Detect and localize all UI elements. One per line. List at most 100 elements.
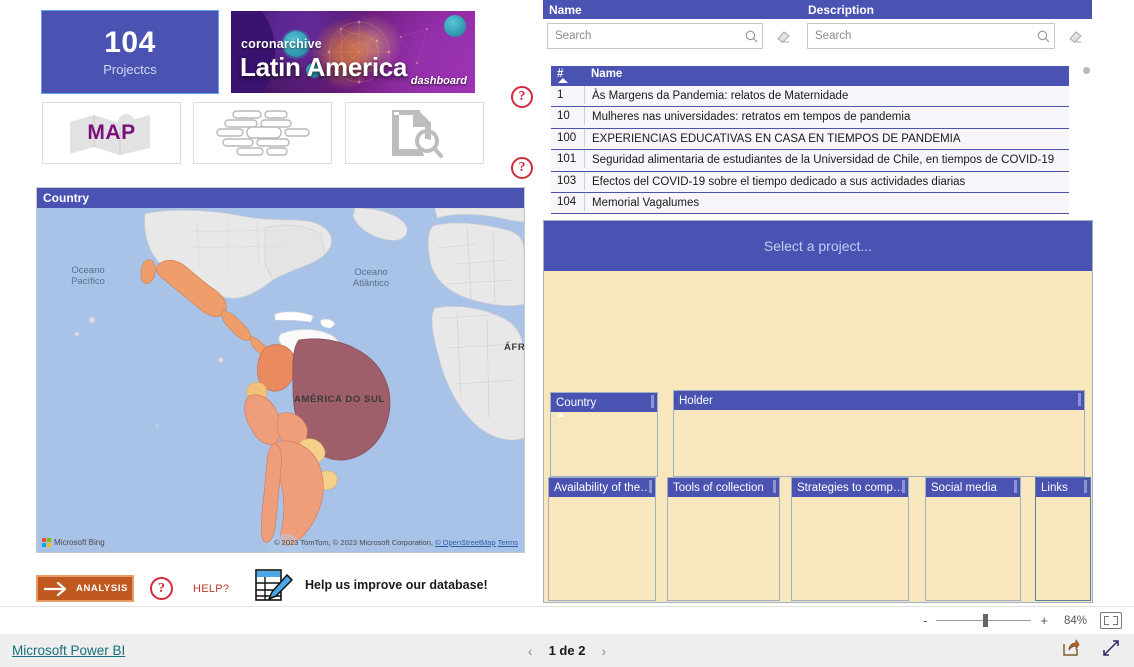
country-field-label: Country [556,396,597,409]
projects-count-value: 104 [104,26,156,60]
resize-grip-icon[interactable] [1084,480,1087,493]
next-page-button[interactable]: › [601,643,606,659]
table-cell-name: Memorial Vagalumes [592,196,700,209]
table-cell-name: Seguridad alimentaria de estudiantes de … [592,154,1055,167]
projects-table[interactable]: # Name 1 Às Margens da Pandemia: relatos … [551,66,1069,216]
database-stack-icon [215,110,310,156]
share-icon[interactable] [1062,639,1080,662]
table-row[interactable]: 1 Às Margens da Pandemia: relatos de Mate… [551,86,1069,108]
document-search-button[interactable] [345,102,484,164]
social-media-field-label: Social media [931,481,997,494]
country-field[interactable]: Country [550,392,658,477]
resize-grip-icon[interactable] [773,480,776,493]
microsoft-logo-icon [42,538,51,547]
previous-page-button[interactable]: ‹ [528,643,533,659]
page-indicator: 1 de 2 [548,643,586,658]
social-media-field[interactable]: Social media [925,477,1021,601]
resize-grip-icon[interactable] [1014,480,1017,493]
projects-count-label: Projectcs [103,61,157,77]
country-field-header: Country [551,393,657,412]
resize-grip-icon[interactable] [649,480,652,493]
map-attribution: © 2023 TomTom, © 2023 Microsoft Corporat… [274,538,518,547]
strategies-field-header: Strategies to comp… [792,478,908,497]
fit-to-page-icon[interactable] [1100,612,1122,629]
table-header-name[interactable]: Name [585,66,1069,80]
resize-grip-icon[interactable] [651,395,654,408]
zoom-slider-thumb[interactable] [983,614,989,627]
table-row[interactable]: 10 Mulheres nas universidades: retratos e… [551,107,1069,129]
description-search-input[interactable] [808,29,1032,43]
map-button[interactable]: MAP [42,102,181,164]
table-cell-num: 101 [551,150,585,169]
analysis-button-label: ANALYSIS [76,583,128,594]
virus-icon [444,15,466,37]
table-cell-name: Efectos del COVID-19 sobre el tiempo ded… [592,175,966,188]
openstreetmap-link[interactable]: © OpenStreetMap [435,538,496,547]
country-map-visual[interactable]: Country Oceano Pacífico Oceano Atlântico… [36,187,525,553]
coronarchive-banner[interactable]: coronarchive Latin America dashboard [231,11,475,93]
table-cell-name: Às Margens da Pandemia: relatos de Mater… [592,90,849,102]
strategies-field[interactable]: Strategies to comp… [791,477,909,601]
zoom-slider[interactable] [936,614,1032,627]
analysis-button[interactable]: ANALYSIS [36,575,134,602]
table-cell-num: 10 [551,107,585,126]
description-clear-button[interactable] [1064,25,1086,47]
power-bi-footer: Microsoft Power BI ‹ 1 de 2 › [0,634,1134,667]
help-icon[interactable]: ? [150,577,173,600]
banner-brand: coronarchive [241,37,322,51]
help-icon[interactable]: ? [511,157,533,179]
africa-label: ÁFR [504,342,524,353]
eraser-icon [776,30,790,43]
availability-field-label: Availability of the… [554,481,652,494]
table-cell-num: 103 [551,171,585,190]
search-icon[interactable] [1032,30,1054,43]
help-label[interactable]: HELP? [193,583,229,595]
sort-ascending-icon [558,78,568,83]
holder-field[interactable]: Holder [673,390,1085,477]
tools-field[interactable]: Tools of collection [667,477,780,601]
bing-credit: Microsoft Bing [42,538,105,547]
name-slicer-title: Name [543,0,802,19]
zoom-percent-label: 84% [1063,614,1087,627]
database-button[interactable] [193,102,332,164]
projects-count-card[interactable]: 104 Projectcs [41,10,219,94]
links-field[interactable]: Links [1035,477,1091,601]
footer-actions [1062,639,1120,662]
description-slicer-title: Description [802,0,1092,19]
eraser-icon [1068,30,1082,43]
name-search-box[interactable] [547,23,763,49]
availability-field-header: Availability of the… [549,478,655,497]
resize-grip-icon[interactable] [902,480,905,493]
report-canvas: 104 Projectcs coronarchive Latin America… [0,0,1134,606]
map-body[interactable]: Oceano Pacífico Oceano Atlântico AMÉRICA D… [37,208,524,552]
table-row[interactable]: 101 Seguridad alimentaria de estudiantes … [551,150,1069,172]
banner-subtitle: dashboard [410,75,467,87]
name-clear-button[interactable] [772,25,794,47]
table-scroll-handle[interactable] [1083,67,1090,74]
fullscreen-icon[interactable] [1102,639,1120,662]
name-search-input[interactable] [548,29,740,43]
arrow-right-icon [44,581,67,596]
resize-grip-icon[interactable] [1078,393,1081,406]
tools-field-header: Tools of collection [668,478,779,497]
links-field-label: Links [1041,481,1068,494]
power-bi-brand-link[interactable]: Microsoft Power BI [12,643,125,658]
improve-database-button[interactable] [254,568,294,604]
search-icon[interactable] [740,30,762,43]
zoom-in-button[interactable]: + [1040,613,1048,628]
table-row[interactable]: 104 Memorial Vagalumes [551,192,1069,215]
availability-field[interactable]: Availability of the… [548,477,656,601]
country-map-title: Country [37,188,524,208]
strategies-field-label: Strategies to comp… [797,481,905,494]
holder-field-label: Holder [679,394,713,407]
banner-title: Latin America [240,52,408,82]
table-row[interactable]: 100 EXPERIENCIAS EDUCATIVAS EN CASA EN TI… [551,128,1069,151]
zoom-out-button[interactable]: - [923,613,927,628]
terms-link[interactable]: Terms [498,538,518,547]
pacific-ocean-label: Oceano Pacífico [71,265,105,287]
table-header-num[interactable]: # [551,66,585,83]
help-icon[interactable]: ? [511,86,533,108]
map-icon: MAP [64,110,160,156]
table-row[interactable]: 103 Efectos del COVID-19 sobre el tiempo … [551,171,1069,193]
description-search-box[interactable] [807,23,1055,49]
